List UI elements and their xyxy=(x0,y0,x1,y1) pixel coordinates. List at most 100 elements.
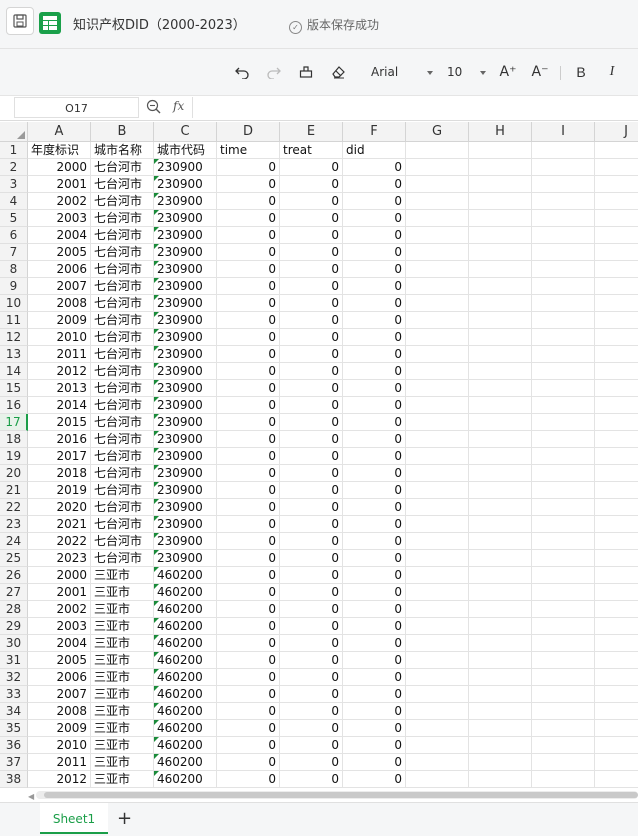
cell-h35[interactable] xyxy=(469,720,532,737)
cell-h6[interactable] xyxy=(469,227,532,244)
row-header-36[interactable]: 36 xyxy=(0,737,28,754)
cell-a35[interactable]: 2009 xyxy=(28,720,91,737)
cell-d14[interactable]: 0 xyxy=(217,363,280,380)
cell-f28[interactable]: 0 xyxy=(343,601,406,618)
cell-d25[interactable]: 0 xyxy=(217,550,280,567)
cell-j33[interactable] xyxy=(595,686,638,703)
cell-j26[interactable] xyxy=(595,567,638,584)
cell-h5[interactable] xyxy=(469,210,532,227)
cell-c14[interactable]: 230900 xyxy=(154,363,217,380)
cell-d24[interactable]: 0 xyxy=(217,533,280,550)
cell-i17[interactable] xyxy=(532,414,595,431)
cell-h38[interactable] xyxy=(469,771,532,788)
cell-a17[interactable]: 2015 xyxy=(28,414,91,431)
cell-e3[interactable]: 0 xyxy=(280,176,343,193)
cell-h37[interactable] xyxy=(469,754,532,771)
cell-b8[interactable]: 七台河市 xyxy=(91,261,154,278)
cell-c20[interactable]: 230900 xyxy=(154,465,217,482)
cell-e25[interactable]: 0 xyxy=(280,550,343,567)
cell-d34[interactable]: 0 xyxy=(217,703,280,720)
cell-d30[interactable]: 0 xyxy=(217,635,280,652)
cell-h12[interactable] xyxy=(469,329,532,346)
cell-a27[interactable]: 2001 xyxy=(28,584,91,601)
cell-h28[interactable] xyxy=(469,601,532,618)
cell-i34[interactable] xyxy=(532,703,595,720)
cell-g10[interactable] xyxy=(406,295,469,312)
cell-a23[interactable]: 2021 xyxy=(28,516,91,533)
cell-h11[interactable] xyxy=(469,312,532,329)
row-header-38[interactable]: 38 xyxy=(0,771,28,788)
name-box[interactable]: O17 xyxy=(14,97,139,118)
cell-h33[interactable] xyxy=(469,686,532,703)
cell-b21[interactable]: 七台河市 xyxy=(91,482,154,499)
cell-d38[interactable]: 0 xyxy=(217,771,280,788)
cell-b37[interactable]: 三亚市 xyxy=(91,754,154,771)
cell-e17[interactable]: 0 xyxy=(280,414,343,431)
column-header-c[interactable]: C xyxy=(154,122,217,142)
cell-j20[interactable] xyxy=(595,465,638,482)
cell-c37[interactable]: 460200 xyxy=(154,754,217,771)
cell-j14[interactable] xyxy=(595,363,638,380)
tab-sheet1[interactable]: Sheet1 xyxy=(40,803,108,834)
cell-c31[interactable]: 460200 xyxy=(154,652,217,669)
cell-f6[interactable]: 0 xyxy=(343,227,406,244)
cell-b11[interactable]: 七台河市 xyxy=(91,312,154,329)
cell-a3[interactable]: 2001 xyxy=(28,176,91,193)
cell-a4[interactable]: 2002 xyxy=(28,193,91,210)
cell-j16[interactable] xyxy=(595,397,638,414)
cell-g21[interactable] xyxy=(406,482,469,499)
cell-g28[interactable] xyxy=(406,601,469,618)
cell-i21[interactable] xyxy=(532,482,595,499)
cell-c33[interactable]: 460200 xyxy=(154,686,217,703)
cell-e26[interactable]: 0 xyxy=(280,567,343,584)
cell-c27[interactable]: 460200 xyxy=(154,584,217,601)
cell-d4[interactable]: 0 xyxy=(217,193,280,210)
cell-g30[interactable] xyxy=(406,635,469,652)
formula-input[interactable] xyxy=(192,97,638,118)
cell-f36[interactable]: 0 xyxy=(343,737,406,754)
cell-c5[interactable]: 230900 xyxy=(154,210,217,227)
zoom-icon[interactable] xyxy=(146,99,162,119)
cell-h27[interactable] xyxy=(469,584,532,601)
cell-c30[interactable]: 460200 xyxy=(154,635,217,652)
cell-g36[interactable] xyxy=(406,737,469,754)
row-header-6[interactable]: 6 xyxy=(0,227,28,244)
cell-c25[interactable]: 230900 xyxy=(154,550,217,567)
cell-g6[interactable] xyxy=(406,227,469,244)
cell-h9[interactable] xyxy=(469,278,532,295)
cell-b2[interactable]: 七台河市 xyxy=(91,159,154,176)
cell-j29[interactable] xyxy=(595,618,638,635)
cell-i31[interactable] xyxy=(532,652,595,669)
cell-j34[interactable] xyxy=(595,703,638,720)
cell-h20[interactable] xyxy=(469,465,532,482)
cell-f32[interactable]: 0 xyxy=(343,669,406,686)
cell-j8[interactable] xyxy=(595,261,638,278)
cell-a10[interactable]: 2008 xyxy=(28,295,91,312)
cell-j11[interactable] xyxy=(595,312,638,329)
cell-c16[interactable]: 230900 xyxy=(154,397,217,414)
cell-e8[interactable]: 0 xyxy=(280,261,343,278)
cell-j31[interactable] xyxy=(595,652,638,669)
bold-button[interactable]: B xyxy=(573,61,589,83)
column-header-d[interactable]: D xyxy=(217,122,280,142)
cell-area[interactable]: 年度标识 城市名称 城市代码 time treat did 2000 七台河市 230900 0 0… xyxy=(28,142,638,788)
cell-b1[interactable]: 城市名称 xyxy=(91,142,154,159)
cell-c7[interactable]: 230900 xyxy=(154,244,217,261)
add-sheet-button[interactable]: + xyxy=(117,808,132,829)
column-header-h[interactable]: H xyxy=(469,122,532,142)
cell-e29[interactable]: 0 xyxy=(280,618,343,635)
cell-e32[interactable]: 0 xyxy=(280,669,343,686)
row-header-17[interactable]: 17 xyxy=(0,414,28,431)
cell-h34[interactable] xyxy=(469,703,532,720)
cell-d37[interactable]: 0 xyxy=(217,754,280,771)
cell-d29[interactable]: 0 xyxy=(217,618,280,635)
cell-f27[interactable]: 0 xyxy=(343,584,406,601)
cell-e22[interactable]: 0 xyxy=(280,499,343,516)
cell-c13[interactable]: 230900 xyxy=(154,346,217,363)
cell-d17[interactable]: 0 xyxy=(217,414,280,431)
cell-g18[interactable] xyxy=(406,431,469,448)
cell-i19[interactable] xyxy=(532,448,595,465)
cell-h19[interactable] xyxy=(469,448,532,465)
cell-b26[interactable]: 三亚市 xyxy=(91,567,154,584)
cell-h15[interactable] xyxy=(469,380,532,397)
